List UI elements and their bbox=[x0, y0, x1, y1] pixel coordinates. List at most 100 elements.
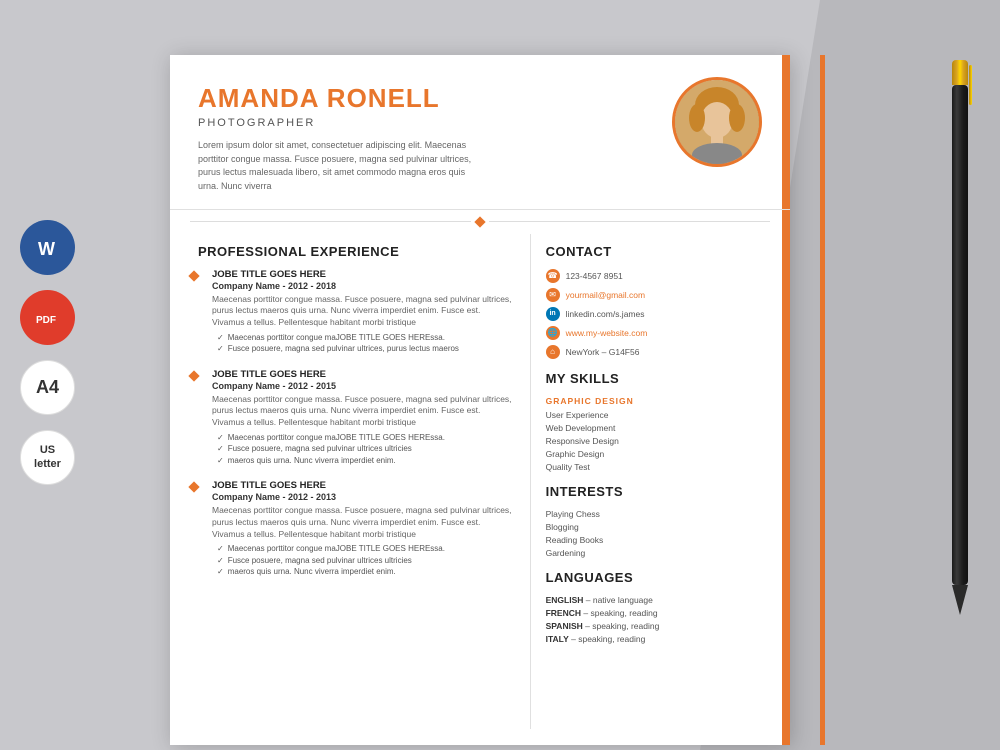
web-icon: 🌐 bbox=[546, 326, 560, 340]
check-icon: ✓ bbox=[217, 443, 224, 454]
contact-phone: ☎ 123-4567 8951 bbox=[546, 269, 770, 283]
letter-label: letter bbox=[34, 458, 61, 471]
pen-cap bbox=[952, 60, 968, 85]
check-icon: ✓ bbox=[217, 432, 224, 443]
check-icon: ✓ bbox=[217, 343, 224, 354]
company-2: Company Name - 2012 - 2015 bbox=[212, 381, 515, 391]
lang-name-2: FRENCH bbox=[546, 608, 581, 618]
candidate-photo bbox=[672, 77, 762, 167]
exp-diamond-1 bbox=[188, 270, 199, 281]
website-text: www.my-website.com bbox=[566, 328, 648, 338]
pen-body bbox=[952, 85, 968, 585]
candidate-title: PHOTOGRAPHER bbox=[198, 117, 582, 129]
resume-body: PROFESSIONAL EXPERIENCE JOBE TITLE GOES … bbox=[170, 234, 790, 729]
exp-bullets-1: ✓ Maecenas porttitor congue maJOBE TITLE… bbox=[212, 332, 515, 354]
lang-item-3: SPANISH – speaking, reading bbox=[546, 621, 770, 631]
pen-clip bbox=[969, 65, 972, 105]
check-icon: ✓ bbox=[217, 555, 224, 566]
interests-section-title: INTERESTS bbox=[546, 484, 770, 499]
skills-section-title: MY SKILLS bbox=[546, 371, 770, 386]
interest-item-4: Gardening bbox=[546, 548, 770, 558]
bullet-3-2: ✓ Fusce posuere, magna sed pulvinar ultr… bbox=[217, 555, 515, 566]
check-icon: ✓ bbox=[217, 332, 224, 343]
experience-section-title: PROFESSIONAL EXPERIENCE bbox=[198, 244, 515, 259]
lang-level-text-4: speaking, reading bbox=[578, 634, 645, 644]
exp-bullets-2: ✓ Maecenas porttitor congue maJOBE TITLE… bbox=[212, 432, 515, 466]
experience-item-1: JOBE TITLE GOES HERE Company Name - 2012… bbox=[198, 269, 515, 355]
interest-item-1: Playing Chess bbox=[546, 509, 770, 519]
section-divider bbox=[190, 218, 770, 226]
exp-desc-2: Maecenas porttitor congue massa. Fusce p… bbox=[212, 394, 515, 430]
us-letter-icon[interactable]: US letter bbox=[20, 430, 75, 485]
experience-column: PROFESSIONAL EXPERIENCE JOBE TITLE GOES … bbox=[170, 234, 530, 729]
exp-diamond-3 bbox=[188, 481, 199, 492]
exp-bullets-3: ✓ Maecenas porttitor congue maJOBE TITLE… bbox=[212, 543, 515, 577]
pen-tip bbox=[952, 585, 968, 615]
lang-name-3: SPANISH bbox=[546, 621, 583, 631]
header-left: AMANDA RONELL PHOTOGRAPHER Lorem ipsum d… bbox=[198, 83, 582, 193]
lang-level-text-1: native language bbox=[593, 595, 653, 605]
company-3: Company Name - 2012 - 2013 bbox=[212, 492, 515, 502]
job-title-2: JOBE TITLE GOES HERE bbox=[212, 369, 515, 380]
interest-item-2: Blogging bbox=[546, 522, 770, 532]
contact-section: CONTACT ☎ 123-4567 8951 ✉ yourmail@gmail… bbox=[546, 244, 770, 359]
bullet-1-2: ✓ Fusce posuere, magna sed pulvinar ultr… bbox=[217, 343, 515, 354]
linkedin-icon: in bbox=[546, 307, 560, 321]
contact-linkedin: in linkedin.com/s.james bbox=[546, 307, 770, 321]
svg-text:W: W bbox=[38, 239, 55, 259]
job-title-3: JOBE TITLE GOES HERE bbox=[212, 480, 515, 491]
lang-level-1: – bbox=[586, 595, 593, 605]
email-icon: ✉ bbox=[546, 288, 560, 302]
phone-icon: ☎ bbox=[546, 269, 560, 283]
bullet-2-1: ✓ Maecenas porttitor congue maJOBE TITLE… bbox=[217, 432, 515, 443]
exp-diamond-2 bbox=[188, 370, 199, 381]
job-title-1: JOBE TITLE GOES HERE bbox=[212, 269, 515, 280]
sidebar-column: CONTACT ☎ 123-4567 8951 ✉ yourmail@gmail… bbox=[530, 234, 790, 729]
contact-website: 🌐 www.my-website.com bbox=[546, 326, 770, 340]
a4-icon[interactable]: A4 bbox=[20, 360, 75, 415]
experience-item-2: JOBE TITLE GOES HERE Company Name - 2012… bbox=[198, 369, 515, 466]
skill-item-5: Quality Test bbox=[546, 462, 770, 472]
address-text: NewYork – G14F56 bbox=[566, 347, 640, 357]
lang-name-1: ENGLISH bbox=[546, 595, 584, 605]
interest-item-3: Reading Books bbox=[546, 535, 770, 545]
bullet-3-1: ✓ Maecenas porttitor congue maJOBE TITLE… bbox=[217, 543, 515, 554]
lang-level-text-3: speaking, reading bbox=[592, 621, 659, 631]
divider-line-right bbox=[489, 221, 770, 222]
left-icon-panel: W PDF A4 US letter bbox=[20, 220, 75, 485]
check-icon: ✓ bbox=[217, 455, 224, 466]
languages-section: LANGUAGES ENGLISH – native language FREN… bbox=[546, 570, 770, 644]
lang-item-4: ITALY – speaking, reading bbox=[546, 634, 770, 644]
skill-item-2: Web Development bbox=[546, 423, 770, 433]
orange-accent-bar bbox=[820, 55, 825, 745]
skill-item-1: User Experience bbox=[546, 410, 770, 420]
candidate-name: AMANDA RONELL bbox=[198, 83, 582, 114]
resume-document: AMANDA RONELL PHOTOGRAPHER Lorem ipsum d… bbox=[170, 55, 790, 745]
phone-text: 123-4567 8951 bbox=[566, 271, 623, 281]
contact-email: ✉ yourmail@gmail.com bbox=[546, 288, 770, 302]
interests-section: INTERESTS Playing Chess Blogging Reading… bbox=[546, 484, 770, 558]
lang-item-1: ENGLISH – native language bbox=[546, 595, 770, 605]
a4-label: A4 bbox=[36, 377, 59, 398]
home-icon: ⌂ bbox=[546, 345, 560, 359]
resume-header: AMANDA RONELL PHOTOGRAPHER Lorem ipsum d… bbox=[170, 55, 790, 210]
bullet-3-3: ✓ maeros quis urna. Nunc viverra imperdi… bbox=[217, 566, 515, 577]
bullet-2-3: ✓ maeros quis urna. Nunc viverra imperdi… bbox=[217, 455, 515, 466]
check-icon: ✓ bbox=[217, 543, 224, 554]
divider-line-left bbox=[190, 221, 471, 222]
word-icon[interactable]: W bbox=[20, 220, 75, 275]
languages-section-title: LANGUAGES bbox=[546, 570, 770, 585]
exp-desc-1: Maecenas porttitor congue massa. Fusce p… bbox=[212, 294, 515, 330]
email-text: yourmail@gmail.com bbox=[566, 290, 645, 300]
skill-item-3: Responsive Design bbox=[546, 436, 770, 446]
bullet-2-2: ✓ Fusce posuere, magna sed pulvinar ultr… bbox=[217, 443, 515, 454]
linkedin-text: linkedin.com/s.james bbox=[566, 309, 645, 319]
check-icon: ✓ bbox=[217, 566, 224, 577]
experience-item-3: JOBE TITLE GOES HERE Company Name - 2012… bbox=[198, 480, 515, 577]
divider-diamond bbox=[474, 216, 485, 227]
pdf-icon[interactable]: PDF bbox=[20, 290, 75, 345]
company-1: Company Name - 2012 - 2018 bbox=[212, 281, 515, 291]
svg-text:PDF: PDF bbox=[36, 315, 56, 326]
lang-name-4: ITALY bbox=[546, 634, 569, 644]
lang-level-text-2: speaking, reading bbox=[590, 608, 657, 618]
